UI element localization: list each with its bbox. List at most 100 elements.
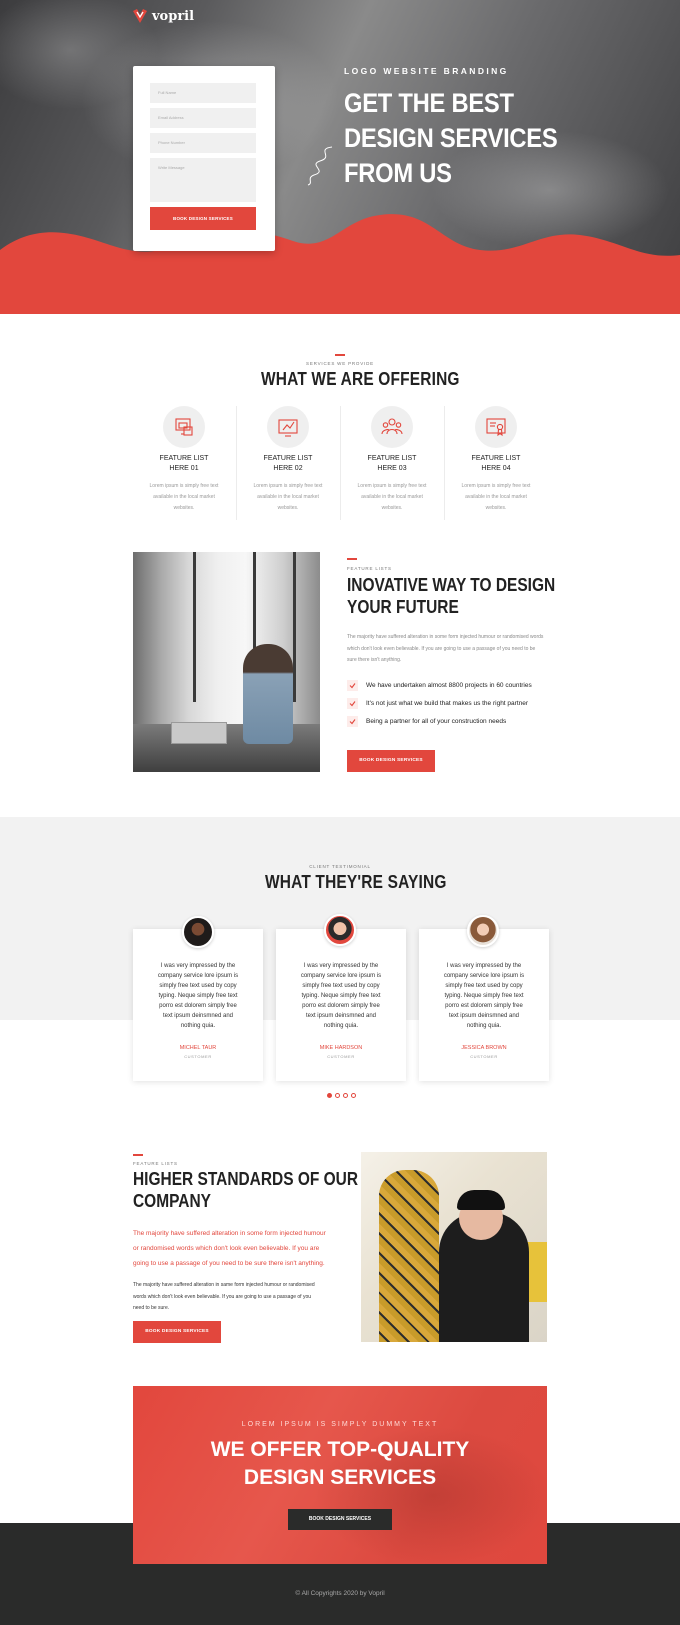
- book-services-button[interactable]: BOOK DESIGN SERVICES: [133, 1321, 221, 1343]
- hero-section: vopril Full Name Email Address Phone Num…: [0, 0, 680, 314]
- carousel-dot[interactable]: [327, 1093, 332, 1098]
- web-design-icon: [175, 418, 193, 436]
- body-paragraph: The majority have suffered alteration in…: [133, 1282, 315, 1311]
- testimonial-name: MICHEL TAUR: [179, 1045, 217, 1051]
- team-icon: [381, 418, 403, 435]
- checklist-item: Being a partner for all of your construc…: [347, 716, 506, 727]
- title-line: COMPANY: [133, 1191, 211, 1211]
- feature-card: FEATURE LIST HERE 01 Lorem ipsum is simpl…: [132, 406, 236, 514]
- carousel-dots: [327, 1093, 356, 1098]
- feature-title-line: HERE 02: [273, 465, 303, 472]
- office-photo: [133, 552, 320, 772]
- checklist-text: We have undertaken almost 8800 projects …: [366, 682, 532, 689]
- logo-mark-icon: [133, 9, 147, 23]
- section-eyebrow: FEATURE LISTS: [347, 566, 392, 571]
- booking-form: Full Name Email Address Phone Number Wri…: [133, 66, 275, 251]
- cta-title-line: DESIGN SERVICES: [243, 1466, 437, 1489]
- feature-title: FEATURE LIST HERE 01: [132, 454, 236, 474]
- cta-eyebrow: LOREM IPSUM IS SIMPLY DUMMY TEXT: [241, 1421, 439, 1428]
- feature-description: Lorem ipsum is simply free text availabl…: [253, 483, 323, 511]
- testimonial-name: MIKE HARDSON: [319, 1045, 363, 1051]
- feature-card: FEATURE LIST HERE 03 Lorem ipsum is simpl…: [340, 406, 444, 514]
- carousel-dot[interactable]: [343, 1093, 348, 1098]
- feature-title-line: FEATURE LIST: [159, 455, 209, 462]
- testimonial-role: CUSTOMER: [327, 1054, 355, 1059]
- section-title: WHAT WE ARE OFFERING: [261, 369, 460, 389]
- feature-icon-circle: [371, 406, 413, 448]
- section-paragraph: The majority have suffered alteration in…: [347, 634, 544, 663]
- feature-title-line: HERE 04: [481, 465, 511, 472]
- testimonial-role: CUSTOMER: [184, 1054, 212, 1059]
- book-services-button[interactable]: BOOK DESIGN SERVICES: [347, 750, 435, 772]
- feature-description: Lorem ipsum is simply free text availabl…: [149, 483, 219, 511]
- email-field[interactable]: Email Address: [150, 108, 256, 128]
- copyright-text: © All Copyrights 2020 by Vopril: [295, 1590, 385, 1597]
- feature-description: Lorem ipsum is simply free text availabl…: [461, 483, 531, 511]
- testimonial-quote: I was very impressed by the company serv…: [300, 963, 382, 1029]
- section-eyebrow: FEATURE LISTS: [133, 1161, 178, 1166]
- section-eyebrow: SERVICES WE PROVIDE: [306, 361, 374, 366]
- avatar: [182, 916, 214, 948]
- feature-title-line: FEATURE LIST: [263, 455, 313, 462]
- feature-title-line: HERE 01: [169, 465, 199, 472]
- section-title: INOVATIVE WAY TO DESIGN YOUR FUTURE: [347, 574, 555, 618]
- feature-icon-circle: [267, 406, 309, 448]
- phone-field[interactable]: Phone Number: [150, 133, 256, 153]
- section-title: HIGHER STANDARDS OF OUR COMPANY: [133, 1168, 358, 1212]
- testimonial-name: JESSICA BROWN: [461, 1045, 507, 1051]
- feature-card: FEATURE LIST HERE 04 Lorem ipsum is simpl…: [444, 406, 548, 514]
- feature-title: FEATURE LIST HERE 04: [444, 454, 548, 474]
- hero-title-line: GET THE BEST: [344, 88, 514, 118]
- feature-title-line: HERE 03: [377, 465, 407, 472]
- testimonial-card: I was very impressed by the company serv…: [276, 929, 406, 1081]
- section-title: WHAT THEY'RE SAYING: [265, 872, 447, 892]
- title-line: YOUR FUTURE: [347, 597, 459, 617]
- avatar: [324, 914, 356, 946]
- feature-card: FEATURE LIST HERE 02 Lorem ipsum is simpl…: [236, 406, 340, 514]
- hero-wave-shape: [0, 214, 680, 314]
- cta-title: WE OFFER TOP-QUALITY DESIGN SERVICES: [133, 1436, 547, 1492]
- message-field[interactable]: Write Message: [150, 158, 256, 202]
- feature-description: Lorem ipsum is simply free text availabl…: [357, 483, 427, 511]
- feature-title-line: FEATURE LIST: [367, 455, 417, 462]
- hero-title: GET THE BEST DESIGN SERVICES FROM US: [344, 86, 573, 191]
- cta-title-line: WE OFFER TOP-QUALITY: [210, 1438, 470, 1461]
- lead-paragraph: The majority have suffered alteration in…: [133, 1230, 326, 1267]
- checklist-item: It's not just what we build that makes u…: [347, 698, 528, 709]
- checklist-text: It's not just what we build that makes u…: [366, 700, 529, 707]
- full-name-field[interactable]: Full Name: [150, 83, 256, 103]
- brand-name: vopril: [152, 8, 195, 24]
- hero-title-line: FROM US: [344, 158, 452, 188]
- cta-banner: LOREM IPSUM IS SIMPLY DUMMY TEXT WE OFFE…: [133, 1386, 547, 1564]
- eyebrow-accent: [133, 1154, 143, 1156]
- feature-title: FEATURE LIST HERE 03: [340, 454, 444, 474]
- feature-icon-circle: [475, 406, 517, 448]
- team-photo: [361, 1152, 547, 1342]
- avatar: [467, 915, 499, 947]
- testimonial-role: CUSTOMER: [470, 1054, 498, 1059]
- testimonial-card: I was very impressed by the company serv…: [419, 929, 549, 1081]
- hero-title-line: DESIGN SERVICES: [344, 123, 558, 153]
- section-eyebrow: CLIENT TESTIMONIAL: [309, 864, 371, 869]
- book-services-submit-button[interactable]: BOOK DESIGN SERVICES: [150, 207, 256, 230]
- check-icon: [349, 719, 356, 725]
- hero-tags: LOGO WEBSITE BRANDING: [344, 66, 509, 76]
- cta-book-services-button[interactable]: BOOK DESIGN SERVICES: [288, 1509, 392, 1530]
- testimonial-card: I was very impressed by the company serv…: [133, 929, 263, 1081]
- check-icon: [349, 701, 356, 707]
- graphic-design-icon: [278, 419, 298, 437]
- squiggle-decoration-icon: [307, 146, 333, 186]
- eyebrow-accent: [335, 354, 345, 356]
- feature-title: FEATURE LIST HERE 02: [236, 454, 340, 474]
- feature-title-line: FEATURE LIST: [471, 455, 521, 462]
- eyebrow-accent: [347, 558, 357, 560]
- title-line: INOVATIVE WAY TO DESIGN: [347, 575, 556, 595]
- testimonial-quote: I was very impressed by the company serv…: [443, 963, 525, 1029]
- title-line: HIGHER STANDARDS OF OUR: [133, 1169, 359, 1189]
- brand-logo[interactable]: vopril: [132, 8, 194, 24]
- feature-icon-circle: [163, 406, 205, 448]
- carousel-dot[interactable]: [335, 1093, 340, 1098]
- landing-page: vopril Full Name Email Address Phone Num…: [0, 0, 680, 1625]
- carousel-dot[interactable]: [351, 1093, 356, 1098]
- checklist-text: Being a partner for all of your construc…: [366, 718, 507, 725]
